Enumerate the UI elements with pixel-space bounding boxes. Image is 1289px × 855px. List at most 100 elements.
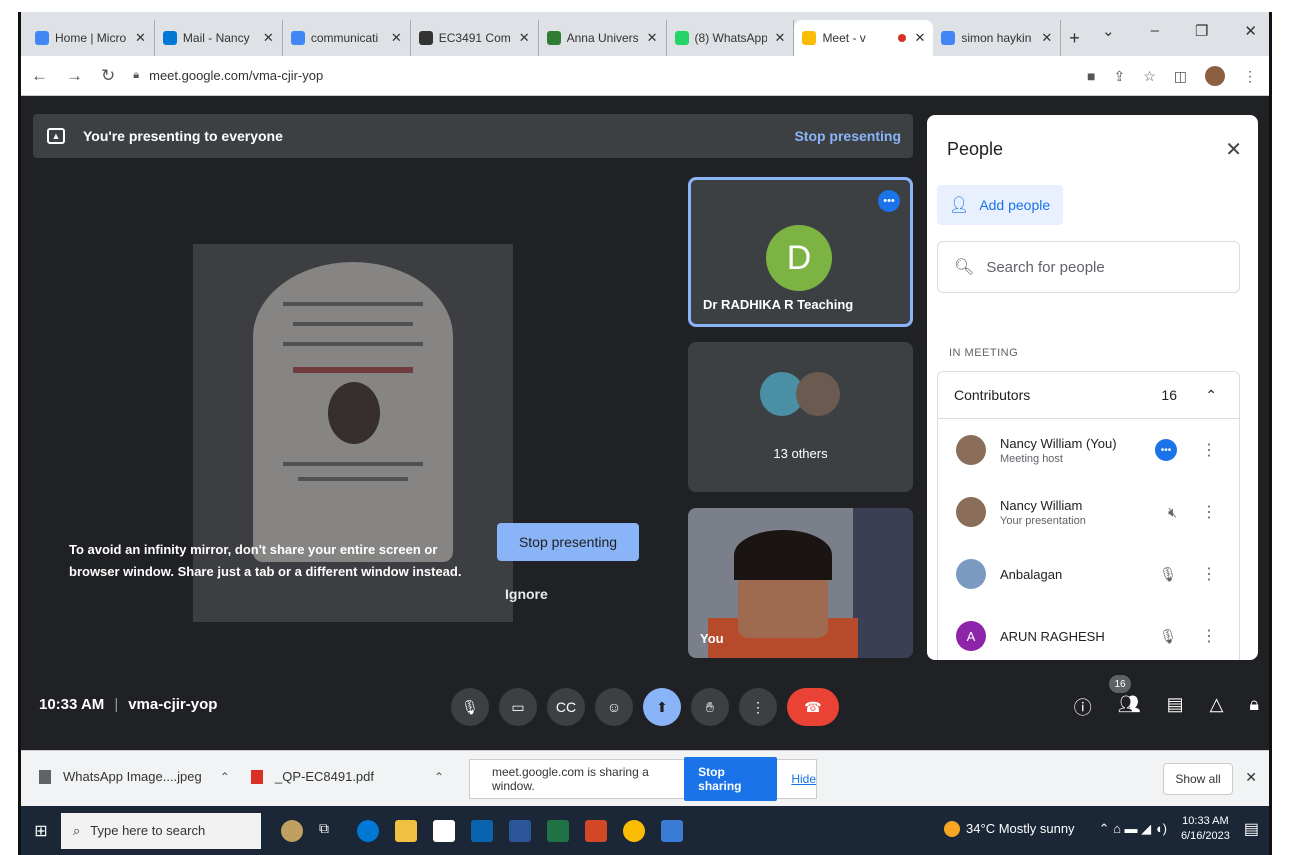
- chat-icon[interactable]: ▤: [1167, 694, 1184, 720]
- browser-tab[interactable]: (8) WhatsApp ✕: [667, 20, 795, 56]
- tray-icons[interactable]: ⌃ ⌂ ▬ ◢ ◖): [1099, 821, 1167, 837]
- browser-tab[interactable]: communicati ✕: [283, 20, 411, 56]
- present-screen-icon[interactable]: ⬆: [643, 688, 681, 726]
- chevron-up-icon[interactable]: ⌃: [434, 770, 444, 784]
- host-controls-icon[interactable]: 🔒︎: [1249, 694, 1259, 720]
- chevron-up-icon[interactable]: ⌃: [1205, 387, 1217, 404]
- bookmark-star-icon[interactable]: ☆: [1143, 68, 1156, 85]
- contributors-group-header[interactable]: Contributors 16 ⌃: [937, 371, 1240, 419]
- profile-avatar[interactable]: [1205, 66, 1225, 86]
- raise-hand-icon[interactable]: ✋︎: [691, 688, 729, 726]
- mail-icon[interactable]: [471, 819, 493, 842]
- download-item[interactable]: _QP-EC8491.pdf ⌃: [251, 769, 444, 784]
- windows-start-icon[interactable]: ⊞: [21, 821, 61, 841]
- stop-sharing-button[interactable]: Stop sharing: [684, 757, 778, 801]
- browser-tab[interactable]: Home | Micro ✕: [27, 20, 155, 56]
- more-options-icon[interactable]: •••: [878, 190, 900, 212]
- new-tab-button[interactable]: +: [1061, 20, 1088, 56]
- photos-icon[interactable]: [661, 819, 683, 842]
- tab-label: EC3491 Comi: [438, 31, 511, 45]
- camera-icon[interactable]: ■: [1087, 68, 1095, 84]
- reload-icon[interactable]: ↻: [101, 66, 115, 86]
- close-icon[interactable]: ✕: [1245, 769, 1257, 786]
- kebab-icon[interactable]: ⋮: [1201, 626, 1217, 646]
- close-tab-icon[interactable]: ✕: [914, 30, 925, 46]
- store-icon[interactable]: [433, 819, 455, 842]
- stop-presenting-button[interactable]: Stop presenting: [497, 523, 639, 561]
- meeting-info: 10:33 AM | vma-cjir-yop: [39, 696, 218, 713]
- self-video-tile[interactable]: You: [688, 508, 913, 658]
- back-icon[interactable]: ←: [31, 66, 48, 86]
- hide-link[interactable]: Hide: [791, 772, 816, 786]
- others-tile[interactable]: 13 others: [688, 342, 913, 492]
- browser-tab[interactable]: Anna Univers ✕: [539, 20, 667, 56]
- list-item[interactable]: Nancy William (You) Meeting host ••• ⋮: [938, 419, 1239, 481]
- captions-icon[interactable]: CC: [547, 688, 585, 726]
- browser-tab[interactable]: Mail - Nancy ✕: [155, 20, 283, 56]
- chrome-icon[interactable]: [623, 819, 645, 842]
- activities-icon[interactable]: △: [1210, 694, 1224, 720]
- close-tab-icon[interactable]: ✕: [135, 30, 146, 46]
- show-all-button[interactable]: Show all: [1163, 763, 1233, 795]
- download-item[interactable]: WhatsApp Image....jpeg ⌃: [39, 769, 230, 784]
- forward-icon[interactable]: →: [66, 66, 83, 86]
- edge-icon[interactable]: [357, 819, 379, 842]
- url-field[interactable]: meet.google.com/vma-cjir-yop: [149, 68, 323, 83]
- close-tab-icon[interactable]: ✕: [263, 30, 274, 46]
- weather-widget[interactable]: 34°C Mostly sunny: [944, 821, 1075, 838]
- close-tab-icon[interactable]: ✕: [775, 30, 786, 46]
- list-item[interactable]: A ARUN RAGHESH 🎙︎ ⋮: [938, 605, 1239, 660]
- speaker-avatar: D: [766, 225, 832, 291]
- avatar: [956, 559, 986, 589]
- share-icon[interactable]: ⇪: [1113, 68, 1125, 85]
- menu-kebab-icon[interactable]: ⋮: [1243, 68, 1257, 85]
- sidepanel-icon[interactable]: ◫: [1174, 68, 1187, 85]
- close-tab-icon[interactable]: ✕: [1041, 30, 1052, 46]
- taskbar-clock[interactable]: 10:33 AM 6/16/2023: [1181, 814, 1230, 844]
- ignore-button[interactable]: Ignore: [505, 586, 548, 602]
- kebab-icon[interactable]: ⋮: [1201, 502, 1217, 522]
- tab-label: communicati: [310, 31, 379, 45]
- close-tab-icon[interactable]: ✕: [647, 30, 658, 46]
- chevron-up-icon[interactable]: ⌃: [220, 770, 230, 784]
- camera-toggle-icon[interactable]: ▭: [499, 688, 537, 726]
- task-view-icon[interactable]: ⧉: [319, 819, 341, 842]
- people-icon[interactable]: 👥︎: [1118, 694, 1141, 720]
- file-explorer-icon[interactable]: [395, 819, 417, 842]
- speaker-tile[interactable]: ••• D Dr RADHIKA R Teaching: [688, 177, 913, 327]
- close-window-button[interactable]: ✕: [1244, 22, 1257, 40]
- word-icon[interactable]: [509, 819, 531, 842]
- pdf-file-icon: [251, 769, 263, 784]
- browser-tab[interactable]: simon haykin ✕: [933, 20, 1062, 56]
- lock-icon[interactable]: 🔒︎: [133, 69, 139, 82]
- more-options-icon[interactable]: ⋮: [739, 688, 777, 726]
- banner-stop-presenting-link[interactable]: Stop presenting: [794, 128, 901, 144]
- medal-icon[interactable]: [281, 819, 303, 842]
- notification-icon[interactable]: ▤: [1244, 819, 1259, 839]
- presenting-banner: ▲ You're presenting to everyone Stop pre…: [33, 114, 913, 158]
- emoji-icon[interactable]: ☺: [595, 688, 633, 726]
- avatar: [796, 372, 840, 416]
- info-icon[interactable]: ⓘ: [1074, 694, 1092, 720]
- more-icon[interactable]: •••: [1155, 439, 1177, 461]
- list-item[interactable]: Anbalagan 🎙︎ ⋮: [938, 543, 1239, 605]
- restore-button[interactable]: ❐: [1195, 22, 1208, 40]
- taskbar-search-input[interactable]: ⌕ Type here to search: [61, 812, 261, 849]
- leave-call-button[interactable]: ☎︎: [787, 688, 839, 726]
- close-tab-icon[interactable]: ✕: [391, 30, 402, 46]
- minimize-button[interactable]: –: [1151, 22, 1159, 40]
- kebab-icon[interactable]: ⋮: [1201, 440, 1217, 460]
- powerpoint-icon[interactable]: [585, 819, 607, 842]
- excel-icon[interactable]: [547, 819, 569, 842]
- add-people-button[interactable]: 👤︎ Add people: [937, 185, 1063, 225]
- close-tab-icon[interactable]: ✕: [519, 30, 530, 46]
- tab-search-icon[interactable]: ⌄: [1102, 22, 1115, 40]
- browser-tab[interactable]: EC3491 Comi ✕: [411, 20, 539, 56]
- browser-tab[interactable]: Meet - v ✕: [794, 20, 934, 56]
- kebab-icon[interactable]: ⋮: [1201, 564, 1217, 584]
- mic-icon[interactable]: 🎙︎: [451, 688, 489, 726]
- close-icon[interactable]: ✕: [1225, 137, 1242, 162]
- address-bar: ← → ↻ 🔒︎ meet.google.com/vma-cjir-yop ■ …: [21, 56, 1269, 96]
- search-people-input[interactable]: 🔍︎ Search for people: [937, 241, 1240, 293]
- list-item[interactable]: Nancy William Your presentation 🔇︎ ⋮: [938, 481, 1239, 543]
